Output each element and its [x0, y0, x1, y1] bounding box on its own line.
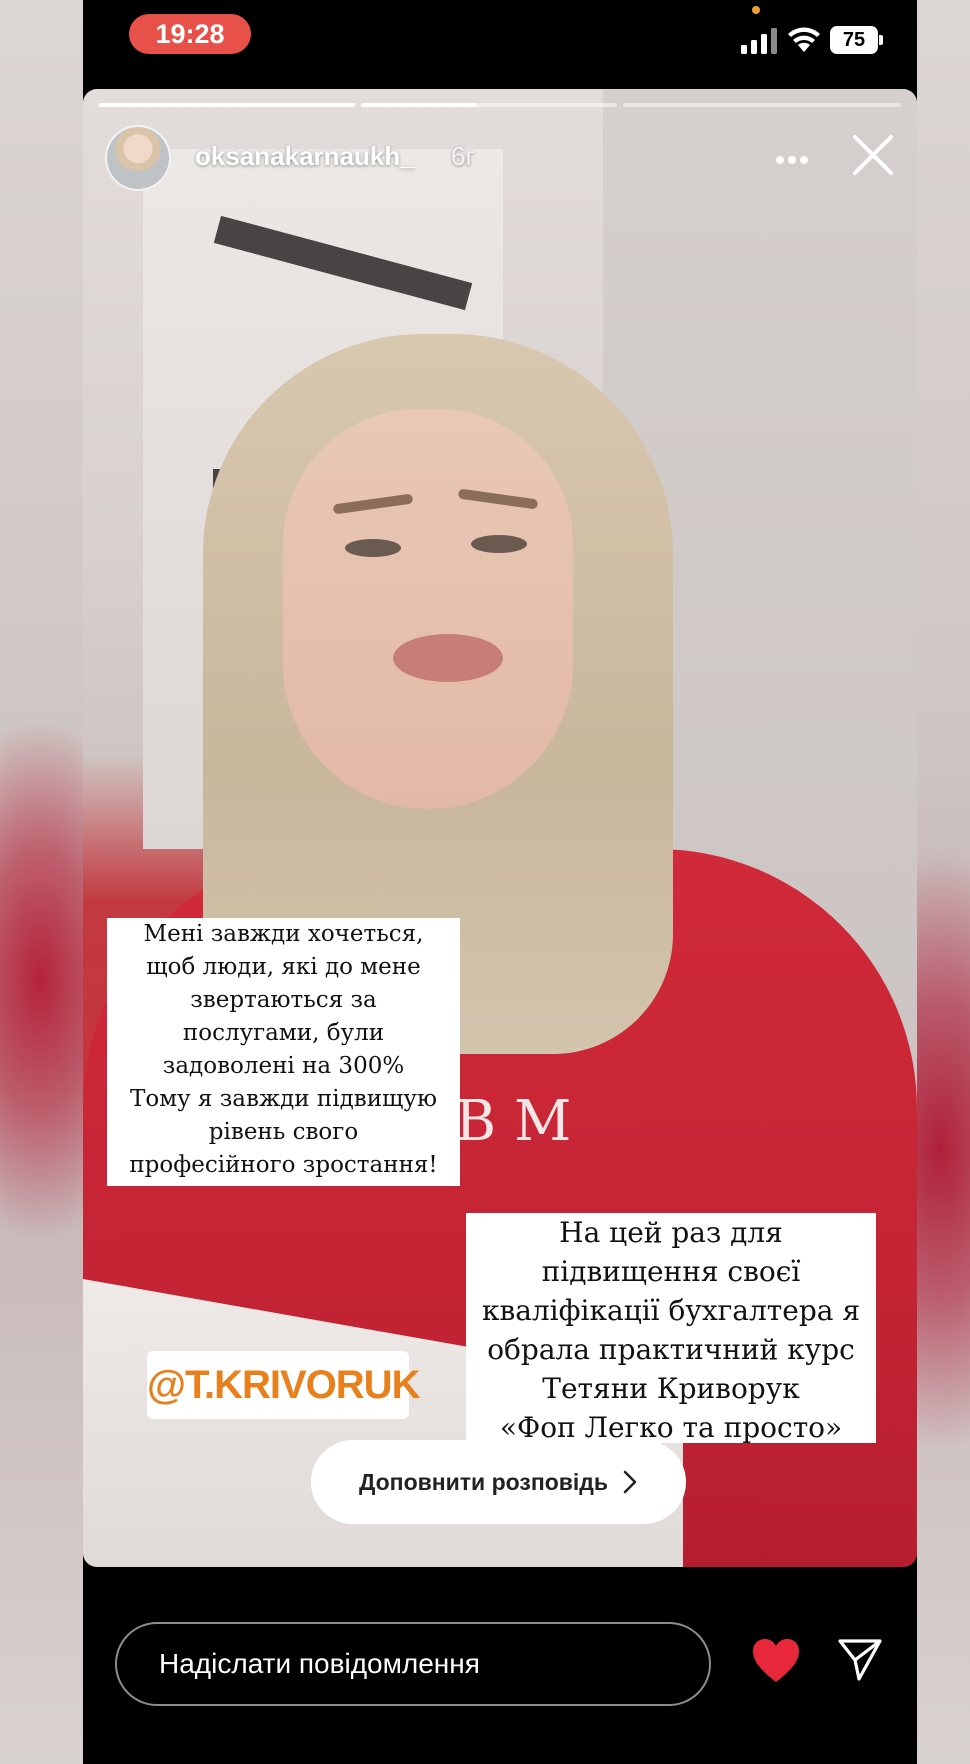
caption-1-line: задоволені на 300% [162, 1053, 405, 1079]
story-progress-3 [623, 103, 901, 107]
caption-1-line: Тому я завжди підвищую [130, 1086, 437, 1112]
story-progress-2 [361, 103, 617, 107]
person-face [283, 409, 573, 809]
battery-indicator: 75 [830, 26, 878, 54]
left-eye [345, 539, 401, 557]
caption-2-line: обрала практичний курс [487, 1333, 855, 1366]
story-age: 6г [451, 141, 475, 171]
send-message-input[interactable]: Надіслати повідомлення [115, 1622, 711, 1706]
caption-2-line: «Фоп Легко та просто» [499, 1411, 843, 1443]
avatar[interactable] [105, 125, 171, 191]
wifi-icon [788, 27, 820, 52]
cellular-signal-icon [741, 28, 777, 54]
caption-2-line: На цей раз для [559, 1216, 783, 1249]
caption-2-line: Тетяни Криворук [542, 1372, 800, 1405]
close-icon[interactable] [851, 133, 895, 177]
sweater-logo: B M [455, 1089, 572, 1154]
story-username[interactable]: oksanakarnaukh_ [195, 141, 415, 172]
heart-icon[interactable] [751, 1638, 801, 1684]
caption-1-line: послугами, були [182, 1020, 385, 1046]
add-to-story-label: Доповнити розповідь [358, 1468, 609, 1495]
right-eye [471, 535, 527, 553]
caption-1-line: Мені завжди хочеться, [143, 921, 424, 947]
privacy-indicator-dot [752, 6, 760, 14]
caption-1-line: звертаються за [190, 987, 377, 1013]
caption-2-line: підвищення своєї [541, 1255, 801, 1288]
caption-1-line: професійного зростання! [129, 1152, 438, 1178]
story-progress-1 [99, 103, 355, 107]
caption-1-line: щоб люди, які до мене [146, 954, 421, 980]
status-time: 19:28 [129, 14, 251, 54]
phone-screen: 19:28 75 B M oksanakarnaukh_ 6г Мені зав… [83, 0, 917, 1764]
add-to-story-button[interactable]: Доповнити розповідь [311, 1440, 686, 1524]
battery-tip [879, 35, 883, 45]
send-icon[interactable] [837, 1636, 883, 1682]
caption-sticker-1: Мені завжди хочеться, щоб люди, які до м… [107, 918, 460, 1186]
caption-sticker-2: На цей раз для підвищення своєї кваліфік… [466, 1213, 876, 1443]
lips [393, 634, 503, 682]
caption-1-line: рівень свого [208, 1119, 359, 1145]
mention-sticker[interactable]: @T.KRIVORUK [147, 1351, 420, 1419]
chevron-right-icon [623, 1470, 637, 1494]
story-frame[interactable]: B M oksanakarnaukh_ 6г Мені завжди хочет… [83, 89, 917, 1567]
more-options-icon[interactable] [775, 155, 809, 165]
caption-2-line: кваліфікації бухгалтера я [481, 1294, 861, 1327]
